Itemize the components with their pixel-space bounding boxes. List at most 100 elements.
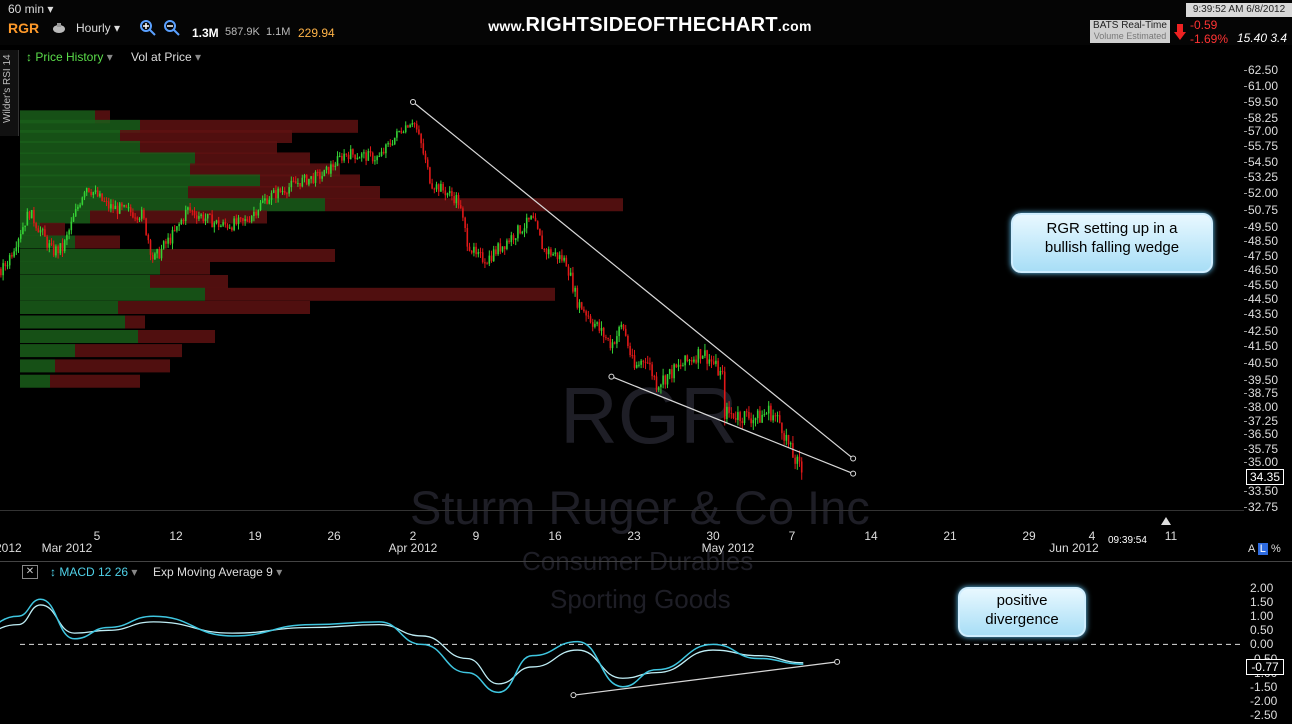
candle-body [72,216,75,222]
candle-body [129,207,132,213]
candle-body [800,461,803,473]
candle-body [261,200,264,203]
candle-body [545,249,548,255]
candle-body [402,132,405,134]
candle-body [484,262,486,264]
candle-body [200,214,202,217]
candle-body [94,190,97,193]
candle-body [167,237,169,244]
vap-up-bar [20,287,205,301]
x-tick-label: 12 [169,529,183,543]
macd-tick-label: 1.50 [1250,595,1274,610]
candle-body [30,210,33,219]
candle-body [620,324,623,327]
candle-body [737,412,739,420]
candle-body [319,172,321,179]
candle-body [710,359,713,362]
macd-axis[interactable]: 2.001.501.000.500.00-0.50-1.00-1.50-2.00… [1244,0,1292,724]
x-tick-label: 14 [864,529,878,543]
ema-legend[interactable]: Exp Moving Average 9 ▾ [153,565,282,579]
candle-body [147,234,150,241]
vap-down-bar [325,198,623,212]
candle-body [134,217,136,219]
candle-body [341,155,343,161]
candle-body [299,183,301,187]
candle-body [552,253,554,256]
candle-body [41,229,44,231]
candle-body [127,207,130,209]
price-chart [0,99,1244,699]
candle-body [712,361,715,364]
trendline-anchor [850,455,857,462]
candle-body [561,255,563,261]
candle-body [444,190,447,196]
candle-body [226,224,229,229]
candle-body [57,246,59,254]
candle-body [316,171,319,173]
candle-body [77,206,79,210]
candle-body [176,226,178,231]
wedge-callout: RGR setting up in a bullish falling wedge [1011,213,1213,273]
x-tick-label: 19 [248,529,262,543]
candle-body [79,204,81,207]
candle-body [239,217,242,219]
candle-body [145,218,147,235]
candle-body [242,218,244,221]
candle-body [631,355,634,357]
trendline-anchor [850,470,857,477]
candle-body [184,209,187,221]
candle-body [231,227,233,231]
vap-up-bar [20,344,75,358]
candle-body [759,410,761,423]
candle-body [697,349,700,363]
candle-body [468,246,471,251]
candle-body [572,272,574,292]
trendline-anchor [410,99,416,105]
candle-body [618,326,620,337]
candle-body [369,150,372,153]
vap-down-bar [40,222,65,236]
candle-body [635,365,638,368]
candle-body [154,253,156,260]
candle-body [255,211,257,216]
candle-body [217,220,220,228]
vap-down-bar [205,287,555,301]
candle-body [105,201,108,203]
candle-body [523,228,526,232]
candle-body [248,220,251,222]
vap-up-bar [20,301,118,314]
close-icon[interactable]: ✕ [22,565,38,579]
candle-body [407,125,409,128]
candle-body [792,443,794,458]
macd-line [0,598,804,694]
candle-body [371,152,374,162]
candle-body [750,418,752,424]
candle-body [743,411,746,424]
vap-down-bar [160,261,210,275]
candle-body [224,222,227,225]
candle-body [664,375,667,385]
candle-body [501,246,504,252]
candle-body [677,364,680,368]
candle-body [156,249,158,254]
candle-body [233,218,235,231]
x-tick-label: 23 [627,529,641,543]
candle-body [354,154,356,160]
candle-body [684,355,686,366]
candle-body [404,125,407,133]
macd-tick-label: -1.50 [1250,679,1278,694]
macd-legend[interactable]: ↕ MACD 12 26 ▾ [50,565,137,579]
vap-up-bar [20,210,90,224]
candle-body [347,154,350,160]
candle-body [39,230,42,233]
candle-body [492,249,495,262]
candle-body [629,346,631,356]
candle-body [547,249,550,255]
candle-body [734,418,737,420]
candle-body [123,205,125,207]
candle-body [74,209,77,217]
candle-body [52,244,55,256]
candle-body [11,255,13,257]
candle-body [138,218,141,220]
scroll-right-icon[interactable] [1161,512,1171,530]
